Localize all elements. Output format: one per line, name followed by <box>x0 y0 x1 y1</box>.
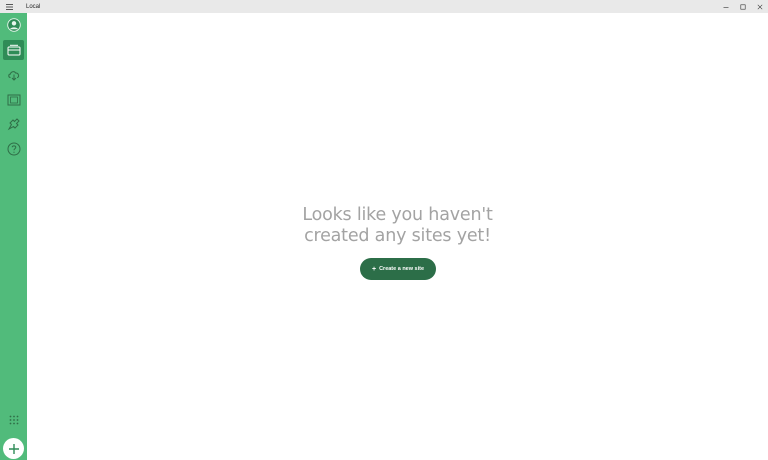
hamburger-icon <box>5 3 13 10</box>
grid-dots-icon <box>9 415 18 425</box>
cloud-download-icon <box>7 71 19 81</box>
sidebar-item-help[interactable] <box>3 139 24 159</box>
maximize-button[interactable] <box>734 0 751 13</box>
sites-icon <box>7 44 20 56</box>
window-title: Local <box>26 3 41 10</box>
maximize-icon <box>740 4 746 10</box>
puzzle-icon <box>7 118 20 131</box>
create-new-site-label: Create a new site <box>379 266 425 272</box>
close-button[interactable] <box>751 0 768 13</box>
apps-grid-button[interactable] <box>3 410 24 430</box>
add-site-button[interactable] <box>3 438 24 459</box>
hamburger-menu-button[interactable] <box>0 0 18 13</box>
title-bar: Local <box>0 0 768 13</box>
help-circle-icon <box>7 142 20 156</box>
plus-icon: + <box>371 265 377 273</box>
user-circle-icon <box>6 18 21 32</box>
sidebar-item-sites[interactable] <box>3 40 24 60</box>
blueprint-icon <box>7 94 20 106</box>
empty-state-line-1: Looks like you haven't <box>302 205 493 225</box>
main-content: Looks like you haven't created any sites… <box>27 13 768 460</box>
create-new-site-button[interactable]: + Create a new site <box>360 258 436 280</box>
sidebar-item-blueprints[interactable] <box>3 90 24 110</box>
minimize-button[interactable] <box>717 0 734 13</box>
empty-state-line-2: created any sites yet! <box>304 226 491 246</box>
sidebar <box>0 13 27 460</box>
sidebar-item-account[interactable] <box>3 15 24 35</box>
empty-state-message: Looks like you haven't created any sites… <box>27 205 768 247</box>
minimize-icon <box>723 6 728 8</box>
sidebar-item-addons[interactable] <box>3 114 24 134</box>
sidebar-item-connect[interactable] <box>3 65 24 85</box>
close-icon <box>757 4 762 9</box>
plus-icon <box>8 443 19 454</box>
window-controls <box>717 0 768 13</box>
